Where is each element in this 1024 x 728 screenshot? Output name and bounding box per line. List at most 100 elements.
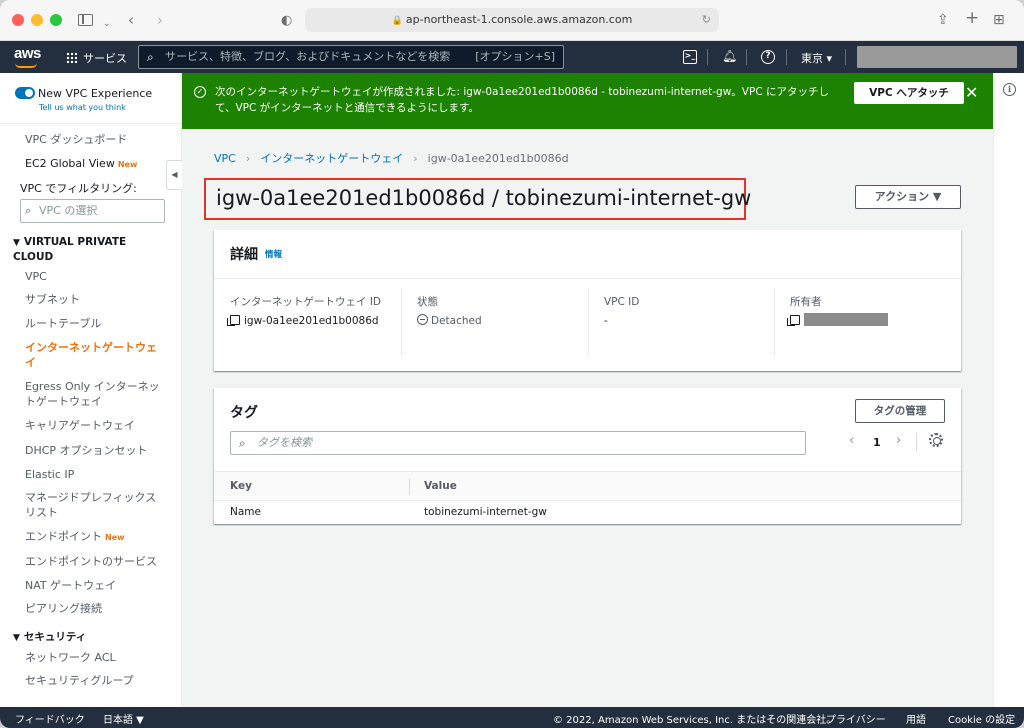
new-badge: New	[105, 533, 125, 542]
nav-managed-prefix-lists[interactable]: マネージドプレフィックスリスト	[25, 490, 165, 520]
info-link[interactable]: 情報	[265, 250, 282, 260]
state-value: Detached	[417, 313, 582, 329]
grid-icon	[66, 52, 77, 63]
stopped-status-icon	[417, 314, 428, 325]
language-selector[interactable]: 日本語 ▼	[103, 711, 144, 726]
chevron-right-icon: ›	[245, 152, 251, 165]
actions-dropdown-button[interactable]: アクション ▼	[855, 185, 961, 209]
previous-page-icon[interactable]: ‹	[849, 433, 854, 448]
nav-security-groups[interactable]: セキュリティグループ	[25, 673, 134, 688]
tab-overview-icon[interactable]: ⊞	[993, 10, 1005, 30]
cookie-settings-link[interactable]: Cookie の設定	[948, 711, 1015, 726]
account-menu-redacted[interactable]	[857, 46, 1017, 68]
column-divider	[401, 288, 402, 356]
tags-header: タグ	[230, 405, 258, 421]
nav-vpc-dashboard[interactable]: VPC ダッシュボード	[25, 132, 127, 147]
breadcrumb-internet-gateways[interactable]: インターネットゲートウェイ	[260, 152, 403, 165]
table-header: Key Value	[214, 471, 961, 501]
nav-route-tables[interactable]: ルートテーブル	[25, 316, 101, 331]
page-title: igw-0a1ee201ed1b0086d / tobinezumi-inter…	[204, 178, 751, 220]
nav-carrier-gateways[interactable]: キャリアゲートウェイ	[25, 418, 135, 433]
browser-window: ⌄ ‹ › ◐ 🔒 ap-northeast-1.console.aws.amaz…	[0, 0, 1024, 728]
chevron-down-icon[interactable]: ⌄	[103, 14, 111, 34]
new-vpc-experience-toggle[interactable]: New VPC Experience	[15, 87, 152, 100]
share-icon[interactable]: ⇪	[937, 10, 949, 30]
check-circle-icon: ✓	[194, 86, 206, 98]
nav-endpoint-services[interactable]: エンドポイントのサービス	[25, 554, 157, 569]
nav-subnets[interactable]: サブネット	[25, 292, 80, 307]
copy-icon[interactable]	[227, 315, 240, 326]
breadcrumb-vpc[interactable]: VPC	[214, 152, 236, 165]
nav-internet-gateways[interactable]: インターネットゲートウェイ	[25, 340, 165, 370]
cloudshell-icon[interactable]: >_	[683, 50, 697, 64]
privacy-link[interactable]: プライバシー	[826, 711, 886, 726]
copy-icon[interactable]	[787, 315, 800, 326]
section-vpc-header[interactable]: ▼ VIRTUAL PRIVATE CLOUD	[13, 235, 133, 264]
zoom-window-button[interactable]	[50, 14, 62, 26]
gear-icon[interactable]	[929, 433, 943, 447]
caret-down-icon: ▼	[13, 633, 20, 643]
column-resizer[interactable]	[409, 479, 410, 495]
success-flashbar: ✓ 次のインターネットゲートウェイが作成されました: igw-0a1ee201e…	[182, 73, 993, 129]
close-window-button[interactable]	[12, 14, 24, 26]
column-header-value[interactable]: Value	[424, 480, 457, 492]
search-icon: ⌕	[25, 204, 32, 217]
manage-tags-button[interactable]: タグの管理	[855, 399, 945, 423]
feedback-button[interactable]: フィードバック	[15, 711, 85, 726]
services-menu[interactable]: サービス	[66, 50, 127, 66]
flash-message: 次のインターネットゲートウェイが作成されました: igw-0a1ee201ed1…	[215, 86, 829, 114]
nav-dhcp-options[interactable]: DHCP オプションセット	[25, 443, 148, 458]
aws-search-input[interactable]: ⌕ サービス、特徴、ブログ、およびドキュメントなどを検索 [オプション+S]	[138, 45, 564, 69]
tag-search-input[interactable]: ⌕ タグを検索	[230, 431, 806, 455]
column-header-key[interactable]: Key	[230, 480, 252, 492]
search-icon: ⌕	[147, 50, 154, 64]
collapse-nav-icon[interactable]: ◀	[166, 160, 182, 190]
terms-link[interactable]: 用語	[906, 711, 926, 726]
owner-field: 所有者	[787, 294, 950, 354]
vpc-filter-select[interactable]: ⌕ VPC の選択	[20, 199, 165, 223]
help-icon[interactable]: ?	[761, 50, 775, 64]
minimize-window-button[interactable]	[31, 14, 43, 26]
igw-id-value: igw-0a1ee201ed1b0086d	[227, 313, 395, 329]
igw-id-field: インターネットゲートウェイ ID igw-0a1ee201ed1b0086d	[227, 294, 395, 354]
reload-icon[interactable]: ↻	[702, 8, 711, 32]
aws-logo[interactable]: aws	[14, 45, 41, 68]
lock-icon: 🔒	[391, 16, 403, 26]
caret-down-icon: ▼	[13, 238, 20, 248]
bell-icon[interactable]: 🔔︎	[722, 49, 737, 63]
nav-ec2-global-view[interactable]: EC2 Global View New	[25, 156, 137, 172]
toggle-switch[interactable]	[15, 87, 35, 99]
info-icon[interactable]: i	[1003, 83, 1016, 96]
details-panel: 詳細 情報 インターネットゲートウェイ ID igw-0a1ee201ed1b00…	[214, 230, 961, 371]
nav-network-acls[interactable]: ネットワーク ACL	[25, 650, 116, 665]
section-security-header[interactable]: ▼ セキュリティ	[13, 630, 86, 645]
divider	[916, 433, 917, 451]
address-bar[interactable]: 🔒 ap-northeast-1.console.aws.amazon.com ↻	[305, 8, 719, 32]
nav-egress-only-igw[interactable]: Egress Only インターネットゲートウェイ	[25, 379, 167, 409]
next-page-icon[interactable]: ›	[896, 433, 901, 448]
feedback-link[interactable]: Tell us what you think	[39, 103, 126, 112]
nav-peering-connections[interactable]: ピアリング接続	[25, 601, 102, 616]
region-selector[interactable]: 東京 ▾	[801, 50, 832, 66]
privacy-shield-icon[interactable]: ◐	[281, 11, 292, 31]
side-navigation: New VPC Experience Tell us what you thin…	[0, 73, 182, 707]
nav-nat-gateways[interactable]: NAT ゲートウェイ	[25, 578, 116, 593]
page-number[interactable]: 1	[873, 436, 881, 449]
nav-endpoints[interactable]: エンドポイント New	[25, 529, 125, 545]
nav-divider	[786, 49, 787, 65]
tag-key-cell: Name	[230, 506, 261, 518]
tag-value-cell: tobinezumi-internet-gw	[424, 506, 547, 518]
new-tab-icon[interactable]: +	[965, 8, 979, 28]
breadcrumb-current: igw-0a1ee201ed1b0086d	[427, 152, 569, 165]
browser-toolbar: ⌄ ‹ › ◐ 🔒 ap-northeast-1.console.aws.amaz…	[0, 0, 1024, 41]
nav-elastic-ip[interactable]: Elastic IP	[25, 467, 74, 482]
chevron-right-icon: ›	[413, 152, 418, 165]
nav-vpc[interactable]: VPC	[25, 269, 47, 284]
sidebar-toggle-icon[interactable]	[78, 14, 93, 26]
close-icon[interactable]: ✕	[965, 83, 978, 102]
column-divider	[774, 288, 775, 356]
forward-icon[interactable]: ›	[157, 10, 163, 30]
back-icon[interactable]: ‹	[128, 10, 134, 30]
attach-to-vpc-button[interactable]: VPC へアタッチ	[854, 82, 964, 104]
vpc-id-value: -	[604, 315, 608, 327]
